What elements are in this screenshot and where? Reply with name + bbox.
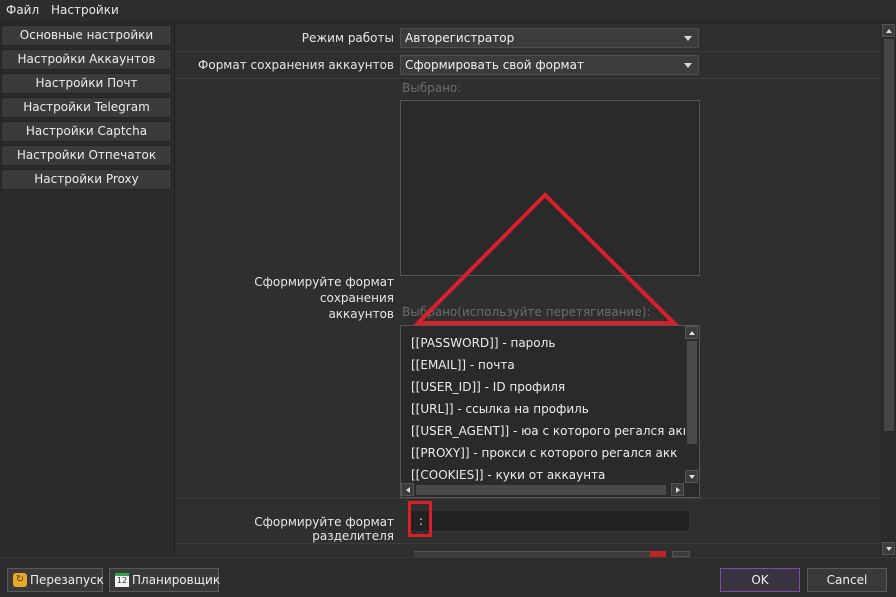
list-item[interactable]: [[EMAIL]] - почта [411, 358, 515, 372]
save-format-label: Формат сохранения аккаунтов [198, 58, 394, 72]
scroll-up-button[interactable] [882, 24, 895, 37]
save-format-select-value: Сформировать свой формат [405, 58, 584, 72]
sidebar-item-proxy-settings[interactable]: Настройки Proxy [1, 169, 172, 190]
scrollbar-thumb[interactable] [687, 341, 697, 444]
scroll-left-button[interactable] [401, 483, 414, 496]
scheduler-button[interactable]: 12 Планировщик [109, 568, 221, 592]
sidebar-item-account-settings[interactable]: Настройки Аккаунтов [1, 49, 172, 70]
scheduler-button-label: Планировщик [132, 573, 221, 587]
scrollbar-thumb[interactable] [884, 39, 894, 431]
selected-caption: Выбрано: [402, 81, 462, 95]
separator-input[interactable]: : [408, 510, 690, 532]
calendar-icon: 12 [115, 573, 129, 587]
list-item[interactable]: [[USER_AGENT]] - юа с которого регался а… [411, 424, 690, 438]
menu-file[interactable]: Файл [6, 3, 39, 17]
sidebar: Основные настройки Настройки Аккаунтов Н… [0, 24, 175, 556]
row-divider [175, 51, 880, 52]
separator-label: Сформируйте формат разделителя [254, 515, 394, 543]
row-divider [175, 78, 880, 79]
ok-button[interactable]: OK [720, 568, 800, 592]
list-item[interactable]: [[COOKIES]] - куки от аккаунта [411, 468, 605, 482]
sidebar-item-mail-settings[interactable]: Настройки Почт [1, 73, 172, 94]
red-triangle-annotation [413, 192, 679, 325]
arrow-left-icon [406, 487, 410, 493]
sidebar-item-fingerprint-settings[interactable]: Настройки Отпечаток [1, 145, 172, 166]
chevron-down-icon [684, 63, 692, 68]
main-vertical-scrollbar[interactable] [881, 24, 896, 556]
build-format-label: Сформируйте формат сохранения аккаунтов [180, 274, 394, 322]
menu-bar: Файл Настройки [0, 0, 896, 23]
list-horizontal-scrollbar[interactable] [401, 483, 685, 497]
build-format-label-line2: аккаунтов [328, 307, 394, 321]
list-item[interactable]: [[USER_ID]] - ID профиля [411, 380, 565, 394]
list-vertical-scrollbar[interactable] [685, 326, 699, 483]
sidebar-item-telegram-settings[interactable]: Настройки Telegram [1, 97, 172, 118]
mode-select[interactable]: Авторегистратор [400, 28, 699, 48]
restart-button-label: Перезапуск [30, 573, 104, 587]
scroll-down-button[interactable] [685, 470, 698, 483]
mode-select-value: Авторегистратор [405, 31, 515, 45]
arrow-down-icon [886, 547, 892, 551]
menu-settings[interactable]: Настройки [51, 3, 119, 17]
list-item[interactable]: [[PASSWORD]] - пароль [411, 336, 555, 350]
available-items-list[interactable]: [[PASSWORD]] - пароль [[EMAIL]] - почта … [400, 325, 700, 498]
restart-icon: ↻ [13, 573, 27, 587]
triangle-outline [413, 192, 679, 325]
bottom-toolbar: ↻ Перезапуск 12 Планировщик OK Cancel [0, 557, 896, 597]
row-divider [175, 543, 880, 544]
list-item[interactable]: [[URL]] - ссылка на профиль [411, 402, 589, 416]
sidebar-item-main-settings[interactable]: Основные настройки [1, 25, 172, 46]
mode-label: Режим работы [301, 31, 394, 45]
arrow-down-icon [689, 475, 695, 479]
scrollbar-thumb[interactable] [416, 485, 666, 495]
save-format-select[interactable]: Сформировать свой формат [400, 55, 699, 75]
build-format-label-line1: Сформируйте формат сохранения [254, 275, 394, 305]
chevron-down-icon [684, 36, 692, 41]
list-item[interactable]: [[PROXY]] - прокси с которого регался ак… [411, 446, 677, 460]
scroll-right-button[interactable] [671, 483, 684, 496]
row-divider [175, 498, 880, 499]
arrow-right-icon [676, 487, 680, 493]
restart-button[interactable]: ↻ Перезапуск [7, 568, 104, 592]
red-highlight-box [408, 501, 432, 537]
sidebar-item-captcha-settings[interactable]: Настройки Captcha [1, 121, 172, 142]
cancel-button[interactable]: Cancel [807, 568, 887, 592]
scroll-down-button[interactable] [882, 542, 895, 555]
arrow-up-icon [886, 29, 892, 33]
